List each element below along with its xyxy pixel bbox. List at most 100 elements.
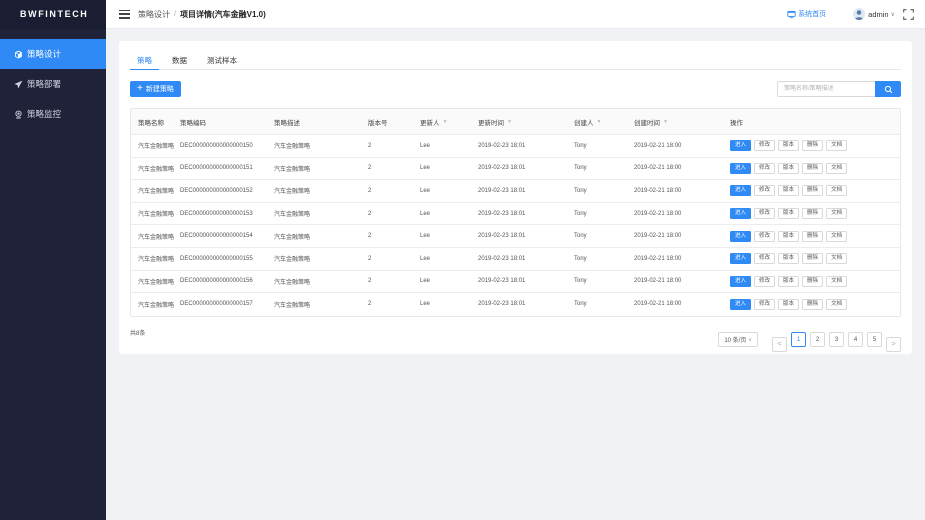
edit-button[interactable]: 修改 bbox=[754, 140, 776, 152]
next-page-button[interactable]: > bbox=[886, 337, 901, 352]
table-cell: Tony bbox=[574, 278, 587, 285]
sidebar-item-strategy-deploy[interactable]: 策略部署 bbox=[0, 69, 106, 99]
column-header-label: 创建人 bbox=[574, 119, 594, 127]
rocket-icon bbox=[12, 78, 24, 90]
table-cell: 2019-02-23 18:01 bbox=[478, 301, 526, 308]
table-cell: 2 bbox=[368, 142, 372, 149]
docs-button[interactable]: 文档 bbox=[826, 208, 848, 220]
column-header[interactable]: 更新人 ▼ bbox=[420, 117, 478, 127]
row-actions: 进入 修改 版本 删除 文档 bbox=[730, 140, 900, 152]
version-button[interactable]: 版本 bbox=[778, 275, 800, 287]
edit-button[interactable]: 修改 bbox=[754, 230, 776, 242]
table-cell: 2019-02-23 18:01 bbox=[478, 142, 526, 149]
table-row: 汽车金融策略 DEC000000000000000153 汽车金融策略 2 Lee 201… bbox=[131, 203, 900, 226]
column-header-label: 更新人 bbox=[420, 119, 440, 127]
enter-button[interactable]: 进入 bbox=[730, 298, 752, 310]
column-header[interactable]: 更新时间 ▼ bbox=[478, 117, 574, 127]
top-right-tools: 系统首页 admin ∨ bbox=[787, 8, 914, 20]
avatar[interactable] bbox=[853, 8, 866, 20]
delete-button[interactable]: 删除 bbox=[802, 298, 824, 310]
table-cell: 2019-02-21 18:00 bbox=[634, 301, 682, 308]
new-strategy-button[interactable]: + 新建策略 bbox=[130, 81, 181, 97]
docs-button[interactable]: 文档 bbox=[826, 275, 848, 287]
page-button[interactable]: 5 bbox=[867, 332, 882, 347]
version-button[interactable]: 版本 bbox=[778, 253, 800, 265]
page-button[interactable]: 4 bbox=[848, 332, 863, 347]
enter-button[interactable]: 进入 bbox=[730, 275, 752, 287]
docs-button[interactable]: 文档 bbox=[826, 230, 848, 242]
monitor-screen-icon bbox=[787, 10, 796, 18]
version-button[interactable]: 版本 bbox=[778, 162, 800, 174]
table-row: 汽车金融策略 DEC000000000000000155 汽车金融策略 2 Lee 201… bbox=[131, 248, 900, 271]
delete-button[interactable]: 删除 bbox=[802, 185, 824, 197]
docs-button[interactable]: 文档 bbox=[826, 162, 848, 174]
user-menu[interactable]: admin ∨ bbox=[868, 10, 895, 19]
page-size-select[interactable]: 10 条/页 ∨ bbox=[718, 332, 758, 347]
enter-button[interactable]: 进入 bbox=[730, 162, 752, 174]
filter-icon[interactable]: ▼ bbox=[597, 119, 602, 125]
version-button[interactable]: 版本 bbox=[778, 208, 800, 220]
row-actions: 进入 修改 版本 删除 文档 bbox=[730, 230, 900, 242]
home-link[interactable]: 系统首页 bbox=[787, 9, 826, 19]
table-row: 汽车金融策略 DEC000000000000000154 汽车金融策略 2 Lee 201… bbox=[131, 225, 900, 248]
version-button[interactable]: 版本 bbox=[778, 185, 800, 197]
delete-button[interactable]: 删除 bbox=[802, 253, 824, 265]
delete-button[interactable]: 删除 bbox=[802, 230, 824, 242]
delete-button[interactable]: 删除 bbox=[802, 208, 824, 220]
table-body: 汽车金融策略 DEC000000000000000150 汽车金融策略 2 Lee 201… bbox=[131, 135, 900, 316]
edit-button[interactable]: 修改 bbox=[754, 162, 776, 174]
column-header-label: 策略描述 bbox=[274, 119, 300, 127]
version-button[interactable]: 版本 bbox=[778, 230, 800, 242]
filter-icon[interactable]: ▼ bbox=[443, 119, 448, 125]
page-button[interactable]: 2 bbox=[810, 332, 825, 347]
page-button[interactable]: 3 bbox=[829, 332, 844, 347]
docs-button[interactable]: 文档 bbox=[826, 253, 848, 265]
breadcrumb-parent[interactable]: 策略设计 bbox=[138, 9, 170, 20]
enter-button[interactable]: 进入 bbox=[730, 230, 752, 242]
edit-button[interactable]: 修改 bbox=[754, 298, 776, 310]
column-header[interactable]: 创建时间 ▼ bbox=[634, 117, 730, 127]
docs-button[interactable]: 文档 bbox=[826, 185, 848, 197]
sidebar-item-strategy-monitor[interactable]: 策略监控 bbox=[0, 99, 106, 129]
search-input[interactable] bbox=[777, 81, 875, 97]
sidebar-item-label: 策略部署 bbox=[27, 79, 62, 89]
edit-button[interactable]: 修改 bbox=[754, 185, 776, 197]
edit-button[interactable]: 修改 bbox=[754, 208, 776, 220]
column-header[interactable]: 创建人 ▼ bbox=[574, 117, 634, 127]
enter-button[interactable]: 进入 bbox=[730, 140, 752, 152]
tab-data[interactable]: 数据 bbox=[165, 54, 194, 70]
enter-button[interactable]: 进入 bbox=[730, 208, 752, 220]
tab-strategy[interactable]: 策略 bbox=[130, 54, 159, 70]
table-cell: Tony bbox=[574, 210, 587, 217]
enter-button[interactable]: 进入 bbox=[730, 185, 752, 197]
table-cell: 2019-02-21 18:00 bbox=[634, 210, 682, 217]
delete-button[interactable]: 删除 bbox=[802, 162, 824, 174]
edit-button[interactable]: 修改 bbox=[754, 275, 776, 287]
breadcrumb-current: 项目详情(汽车金融V1.0) bbox=[179, 9, 266, 19]
search-button[interactable] bbox=[875, 81, 901, 97]
table-cell: Tony bbox=[574, 142, 587, 149]
docs-button[interactable]: 文档 bbox=[826, 298, 848, 310]
version-button[interactable]: 版本 bbox=[778, 298, 800, 310]
tab-test-samples[interactable]: 测试样本 bbox=[200, 54, 244, 70]
table-cell: 2019-02-21 18:00 bbox=[634, 142, 682, 149]
table-cell: 2019-02-23 18:01 bbox=[478, 255, 526, 262]
version-button[interactable]: 版本 bbox=[778, 140, 800, 152]
table-cell: 2019-02-23 18:01 bbox=[478, 165, 526, 172]
docs-button[interactable]: 文档 bbox=[826, 140, 848, 152]
page-button[interactable]: 1 bbox=[791, 332, 806, 347]
table-cell: DEC000000000000000154 bbox=[180, 233, 253, 240]
pagination: 10 条/页 ∨ < 12345 > bbox=[718, 327, 901, 352]
table-cell: DEC000000000000000155 bbox=[180, 255, 253, 262]
sidebar-item-strategy-design[interactable]: 策略设计 bbox=[0, 39, 106, 69]
prev-page-button[interactable]: < bbox=[772, 337, 787, 352]
delete-button[interactable]: 删除 bbox=[802, 140, 824, 152]
enter-button[interactable]: 进入 bbox=[730, 253, 752, 265]
menu-toggle-icon[interactable] bbox=[119, 9, 130, 19]
filter-icon[interactable]: ▼ bbox=[507, 119, 512, 125]
filter-icon[interactable]: ▼ bbox=[663, 119, 668, 125]
column-header: 策略名称 bbox=[138, 117, 180, 127]
fullscreen-icon[interactable] bbox=[903, 8, 914, 20]
edit-button[interactable]: 修改 bbox=[754, 253, 776, 265]
delete-button[interactable]: 删除 bbox=[802, 275, 824, 287]
